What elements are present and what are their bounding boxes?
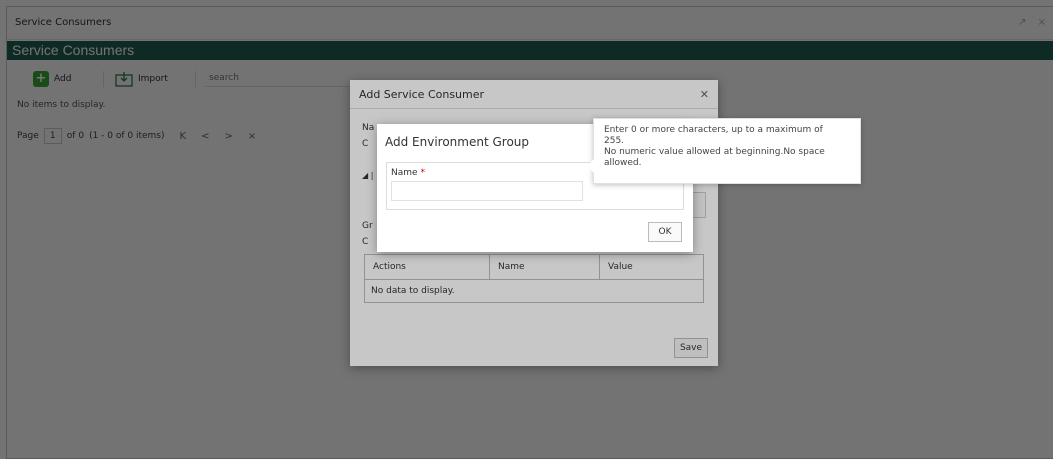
- tooltip-line: Enter 0 or more characters, up to a maxi…: [604, 125, 823, 135]
- name-input[interactable]: [391, 181, 583, 201]
- tooltip-line: No numeric value allowed at beginning.No…: [604, 147, 825, 157]
- name-label-text: Name: [391, 168, 418, 178]
- ok-button[interactable]: OK: [648, 222, 682, 242]
- tooltip-line: allowed.: [604, 158, 642, 168]
- name-label: Name *: [391, 168, 425, 178]
- dialog-title: Add Environment Group: [385, 135, 530, 149]
- required-marker: *: [420, 168, 425, 178]
- tooltip-line: 255.: [604, 136, 625, 146]
- validation-tooltip: Enter 0 or more characters, up to a maxi…: [587, 118, 861, 184]
